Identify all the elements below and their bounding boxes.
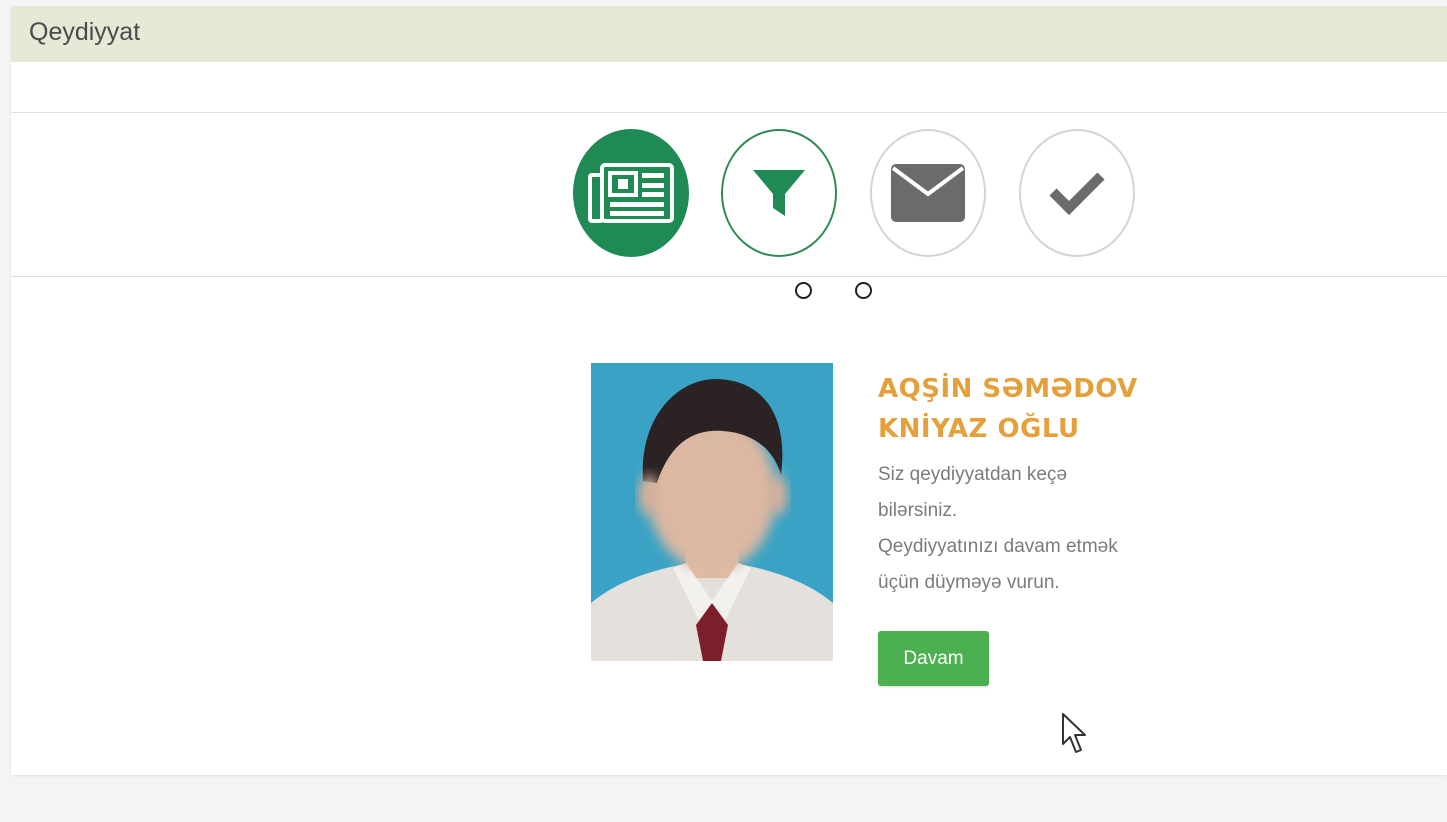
person-photo-image — [591, 363, 833, 661]
name-line-1: AQŞİN SƏMƏDOV — [878, 374, 1138, 404]
name-line-2: KNİYAZ OĞLU — [878, 414, 1080, 444]
registration-panel: Qeydiyyat AQŞİN SƏMƏDOV KNİYAZ OĞLU Siz … — [11, 6, 1447, 775]
info-message: Siz qeydiyyatdan keçə bilərsiniz. Qeydiy… — [878, 457, 1208, 601]
message-line-3: Qeydiyyatınızı davam etmək — [878, 536, 1118, 557]
page-background: Qeydiyyat AQŞİN SƏMƏDOV KNİYAZ OĞLU Siz … — [0, 0, 1447, 822]
person-name: AQŞİN SƏMƏDOV KNİYAZ OĞLU — [878, 369, 1198, 449]
radio-dot-2[interactable] — [855, 282, 872, 299]
divider-top — [11, 112, 1447, 113]
filter-icon — [753, 170, 805, 216]
step-4-check[interactable] — [1019, 129, 1135, 257]
message-line-2: bilərsiniz. — [878, 500, 958, 521]
message-line-1: Siz qeydiyyatdan keçə — [878, 464, 1068, 485]
continue-button[interactable]: Davam — [878, 631, 989, 686]
panel-header: Qeydiyyat — [11, 6, 1447, 62]
step-3-envelope[interactable] — [870, 129, 986, 257]
envelope-icon — [891, 164, 965, 222]
mouse-cursor-icon — [1062, 713, 1086, 753]
radio-dot-1[interactable] — [795, 282, 812, 299]
newspaper-icon — [588, 163, 674, 223]
profile-photo — [591, 363, 833, 661]
check-icon — [1049, 172, 1105, 216]
message-line-4: üçün düyməyə vurun. — [878, 572, 1060, 593]
step-1-newspaper[interactable] — [573, 129, 689, 257]
step-2-filter[interactable] — [721, 129, 837, 257]
divider-bottom — [11, 276, 1447, 277]
page-title: Qeydiyyat — [29, 18, 141, 46]
